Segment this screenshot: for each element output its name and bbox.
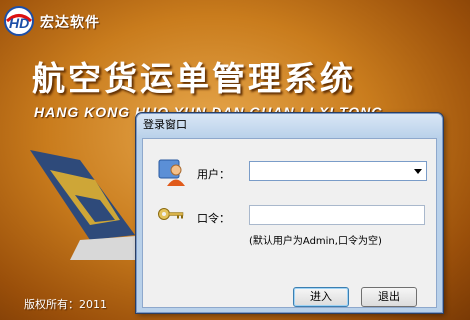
company-name: 宏达软件 — [40, 15, 100, 31]
copyright-text: 版权所有：2011 — [24, 298, 107, 311]
exit-button[interactable]: 退出 — [361, 287, 417, 307]
hd-logo-icon: HD — [4, 6, 34, 36]
user-label: 用户： — [197, 168, 230, 181]
key-icon — [158, 208, 184, 220]
login-hint: (默认用户为Admin,口令为空) — [249, 236, 382, 247]
login-dialog: 登录窗口 用户： 口令： (默认用户为Admin,口令为空) 进入 退出 — [136, 113, 443, 313]
login-button[interactable]: 进入 — [293, 287, 349, 307]
dialog-title: 登录窗口 — [137, 114, 442, 138]
user-icon — [158, 159, 185, 186]
password-input[interactable] — [249, 205, 425, 225]
password-label: 口令： — [197, 212, 230, 225]
dialog-body: 用户： 口令： (默认用户为Admin,口令为空) 进入 退出 — [142, 138, 437, 308]
user-select[interactable] — [249, 161, 427, 181]
svg-text:HD: HD — [9, 15, 29, 31]
airplane-tail-icon — [30, 150, 150, 260]
chevron-down-icon[interactable] — [414, 169, 422, 174]
app-title: 航空货运单管理系统 — [32, 59, 356, 98]
